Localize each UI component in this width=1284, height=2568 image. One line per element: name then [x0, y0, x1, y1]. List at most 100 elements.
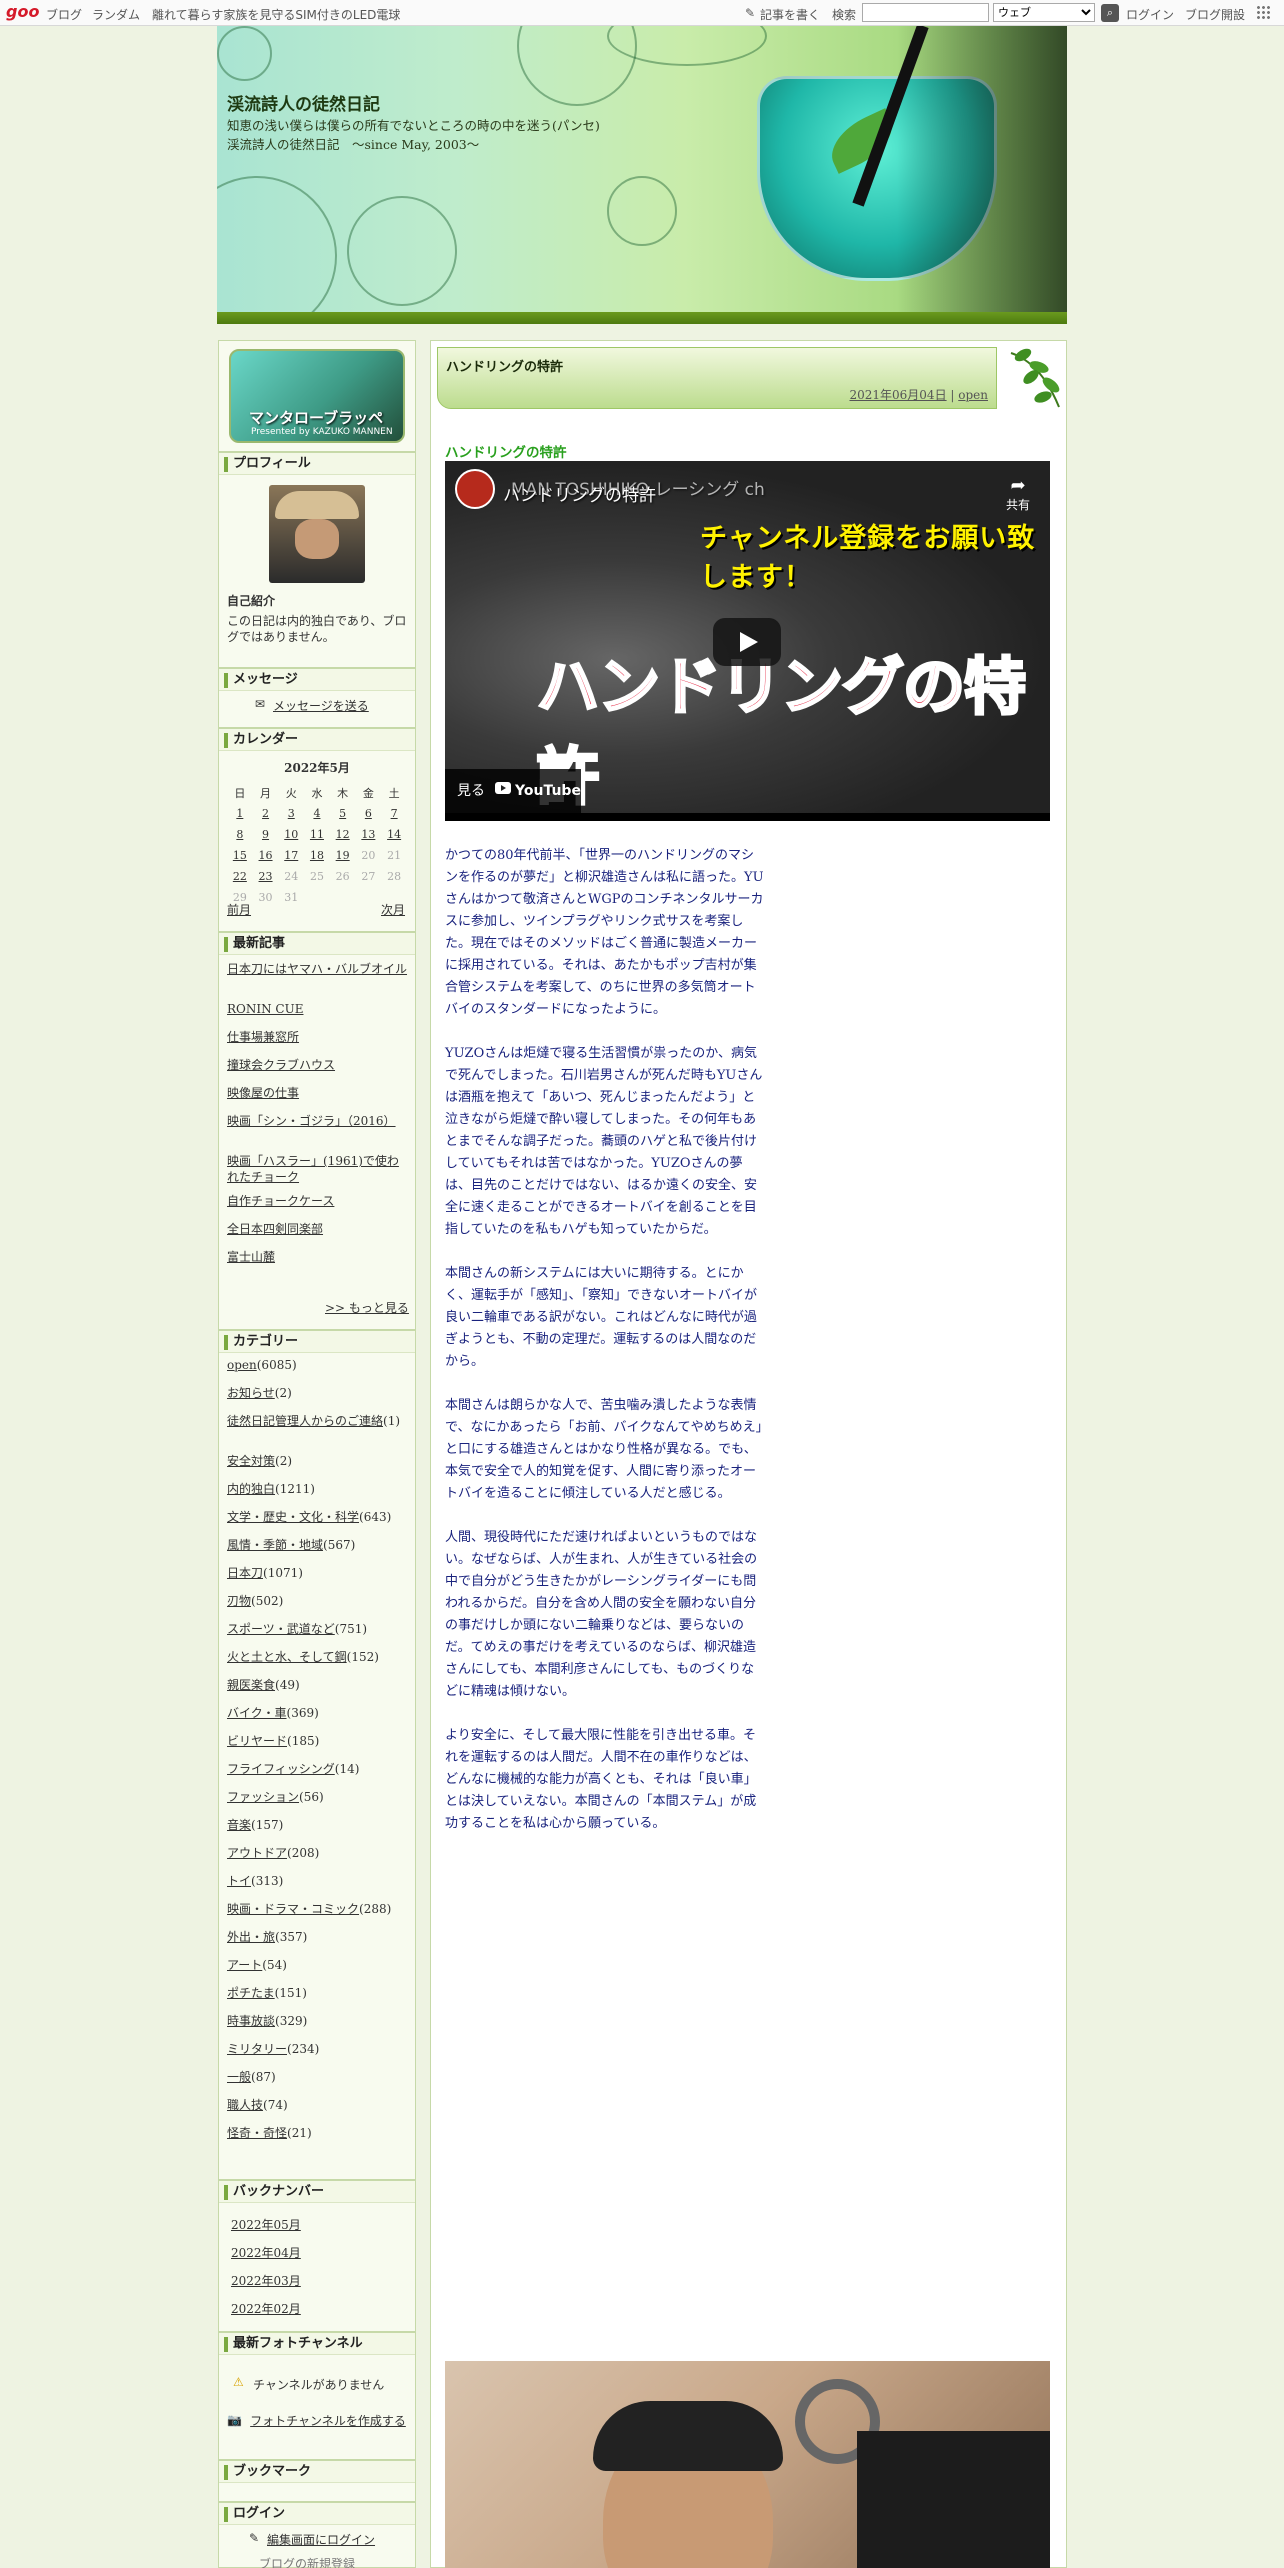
category-item[interactable]: 怪奇・奇怪(21) — [227, 2125, 407, 2153]
category-item[interactable]: 文学・歴史・文化・科学(643) — [227, 1509, 407, 1537]
blog-title[interactable]: 渓流詩人の徒然日記 — [227, 90, 380, 115]
calendar-day[interactable]: 19 — [330, 845, 356, 866]
list-item[interactable]: 2022年02月 — [231, 2301, 301, 2329]
category-link[interactable]: 怪奇・奇怪 — [227, 2126, 287, 2140]
category-link[interactable]: アウトドア — [227, 1846, 287, 1860]
category-link[interactable]: 映画・ドラマ・コミック — [227, 1902, 359, 1916]
calendar-day[interactable]: 15 — [227, 845, 253, 866]
calendar-day[interactable]: 3 — [278, 803, 304, 824]
category-item[interactable]: 日本刀(1071) — [227, 1565, 407, 1593]
category-item[interactable]: アート(54) — [227, 1957, 407, 1985]
category-link[interactable]: 日本刀 — [227, 1566, 263, 1580]
calendar-day[interactable]: 10 — [278, 824, 304, 845]
category-link[interactable]: 徒然日記管理人からのご連絡 — [227, 1414, 383, 1428]
category-item[interactable]: お知らせ(2) — [227, 1385, 407, 1413]
category-link[interactable]: 風情・季節・地域 — [227, 1538, 323, 1552]
write-article-link[interactable]: 記事を書く — [760, 6, 820, 23]
list-item[interactable]: 富士山麓 — [227, 1249, 407, 1277]
recent-article-link[interactable]: 仕事場兼窓所 — [227, 1030, 299, 1044]
calendar-next-link[interactable]: 次月 — [381, 901, 405, 918]
calendar-day[interactable]: 1 — [227, 803, 253, 824]
day-link[interactable]: 13 — [361, 828, 375, 841]
category-item[interactable]: 外出・旅(357) — [227, 1929, 407, 1957]
category-item[interactable]: 刃物(502) — [227, 1593, 407, 1621]
calendar-day[interactable]: 16 — [253, 845, 279, 866]
category-link[interactable]: バイク・車 — [227, 1706, 287, 1720]
blog-register-link[interactable]: ブログの新規登録 — [259, 2555, 355, 2568]
category-item[interactable]: 風情・季節・地域(567) — [227, 1537, 407, 1565]
category-item[interactable]: ポチたま(151) — [227, 1985, 407, 2013]
play-button-icon[interactable] — [713, 618, 781, 666]
category-link[interactable]: 外出・旅 — [227, 1930, 275, 1944]
search-input[interactable] — [862, 3, 989, 22]
category-link[interactable]: 職人技 — [227, 2098, 263, 2112]
day-link[interactable]: 17 — [284, 849, 298, 862]
day-link[interactable]: 23 — [259, 870, 273, 883]
create-photo-channel-link[interactable]: フォトチャンネルを作成する — [245, 2413, 411, 2430]
calendar-day[interactable]: 23 — [253, 866, 279, 887]
day-link[interactable]: 7 — [391, 807, 398, 820]
recent-article-link[interactable]: 富士山麓 — [227, 1250, 275, 1264]
day-link[interactable]: 8 — [236, 828, 243, 841]
backnumber-link[interactable]: 2022年05月 — [231, 2218, 301, 2232]
calendar-day[interactable]: 9 — [253, 824, 279, 845]
category-item[interactable]: アウトドア(208) — [227, 1845, 407, 1873]
day-link[interactable]: 22 — [233, 870, 247, 883]
category-link[interactable]: アート — [227, 1958, 262, 1972]
list-item[interactable]: 2022年05月 — [231, 2217, 301, 2245]
day-link[interactable]: 15 — [233, 849, 247, 862]
category-item[interactable]: 火と土と水、そして鋼(152) — [227, 1649, 407, 1677]
channel-avatar[interactable] — [455, 469, 495, 509]
category-link[interactable]: 文学・歴史・文化・科学 — [227, 1510, 359, 1524]
category-link[interactable]: ポチたま — [227, 1986, 275, 2000]
category-link[interactable]: スポーツ・武道など — [227, 1622, 335, 1636]
goo-logo[interactable]: goo — [6, 3, 39, 21]
day-link[interactable]: 3 — [288, 807, 295, 820]
search-scope-select[interactable]: ウェブ — [993, 3, 1095, 22]
category-item[interactable]: open(6085) — [227, 1357, 407, 1385]
calendar-prev-link[interactable]: 前月 — [227, 901, 251, 918]
entry-title[interactable]: ハンドリングの特許 — [446, 356, 563, 375]
category-item[interactable]: 内的独白(1211) — [227, 1481, 407, 1509]
calendar-day[interactable]: 11 — [304, 824, 330, 845]
category-item[interactable]: トイ(313) — [227, 1873, 407, 1901]
category-link[interactable]: 安全対策 — [227, 1454, 275, 1468]
category-item[interactable]: 映画・ドラマ・コミック(288) — [227, 1901, 407, 1929]
day-link[interactable]: 6 — [365, 807, 372, 820]
day-link[interactable]: 16 — [259, 849, 273, 862]
day-link[interactable]: 1 — [236, 807, 243, 820]
recent-article-link[interactable]: 日本刀にはヤマハ・バルブオイル — [227, 962, 407, 976]
login-link[interactable]: ログイン — [1126, 6, 1174, 23]
calendar-day[interactable]: 18 — [304, 845, 330, 866]
category-link[interactable]: 一般 — [227, 2070, 251, 2084]
category-item[interactable]: ビリヤード(185) — [227, 1733, 407, 1761]
list-item[interactable]: 自作チョークケース — [227, 1193, 407, 1221]
edit-login-link[interactable]: 編集画面にログイン — [267, 2531, 375, 2548]
category-item[interactable]: 音楽(157) — [227, 1817, 407, 1845]
day-link[interactable]: 12 — [336, 828, 350, 841]
category-item[interactable]: バイク・車(369) — [227, 1705, 407, 1733]
list-item[interactable]: RONIN CUE — [227, 1001, 407, 1029]
recent-article-link[interactable]: 撞球会クラブハウス — [227, 1058, 335, 1072]
list-item[interactable]: 2022年04月 — [231, 2245, 301, 2273]
category-link[interactable]: トイ — [227, 1874, 251, 1888]
video-title[interactable]: MAN TOSHIHIKO レーシング ch ハンドリングの特許 — [503, 480, 765, 506]
calendar-day[interactable]: 5 — [330, 803, 356, 824]
category-link[interactable]: 内的独白 — [227, 1482, 275, 1496]
category-item[interactable]: 一般(87) — [227, 2069, 407, 2097]
day-link[interactable]: 11 — [310, 828, 324, 841]
calendar-day[interactable]: 13 — [356, 824, 382, 845]
calendar-day[interactable]: 7 — [381, 803, 407, 824]
entry-date-link[interactable]: 2021年06月04日 — [849, 388, 946, 402]
calendar-day[interactable]: 2 — [253, 803, 279, 824]
day-link[interactable]: 4 — [313, 807, 320, 820]
day-link[interactable]: 9 — [262, 828, 269, 841]
category-link[interactable]: ミリタリー — [227, 2042, 287, 2056]
list-item[interactable]: 映画「シン・ゴジラ」（2016） — [227, 1113, 407, 1153]
calendar-day[interactable]: 22 — [227, 866, 253, 887]
category-link[interactable]: 火と土と水、そして鋼 — [227, 1650, 347, 1664]
list-item[interactable]: 日本刀にはヤマハ・バルブオイル — [227, 961, 407, 1001]
list-item[interactable]: 全日本四剣同楽部 — [227, 1221, 407, 1249]
day-link[interactable]: 5 — [339, 807, 346, 820]
category-item[interactable]: 職人技(74) — [227, 2097, 407, 2125]
